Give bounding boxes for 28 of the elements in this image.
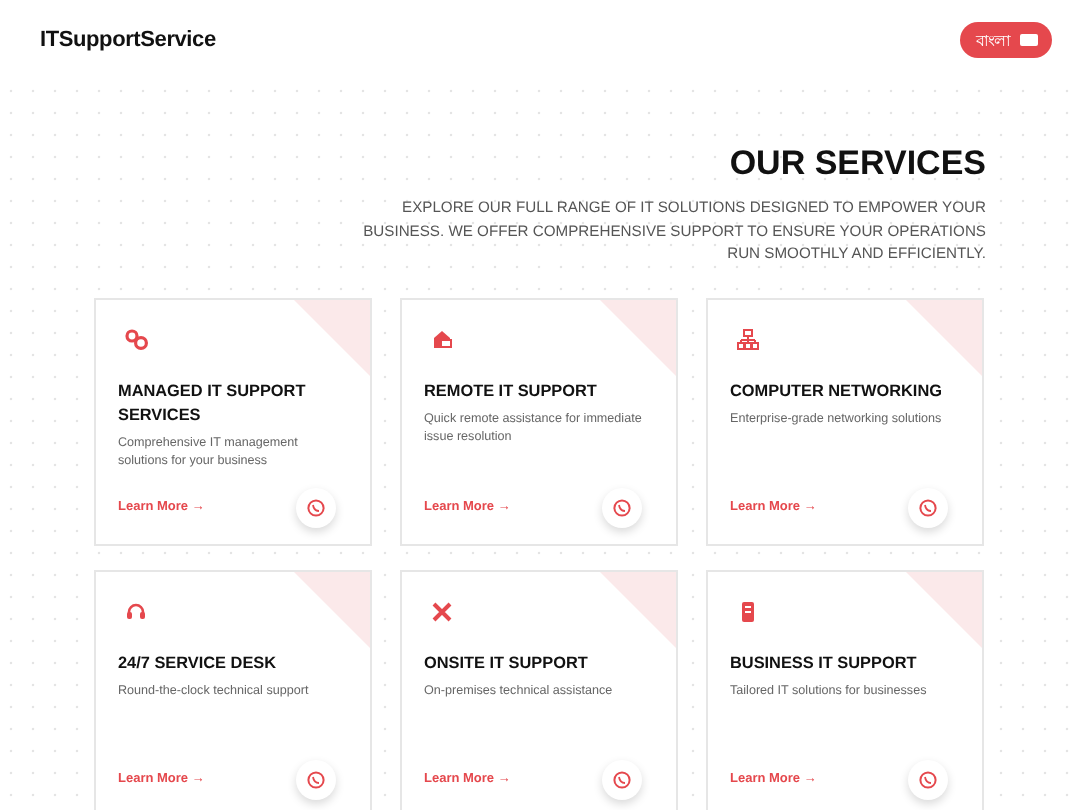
service-title: REMOTE IT SUPPORT [424, 379, 599, 403]
chat-icon [918, 769, 938, 789]
network-icon [736, 327, 760, 351]
headset-icon [124, 599, 148, 623]
corner-decoration [906, 299, 982, 375]
section-title: OUR SERVICES [727, 144, 986, 184]
service-title: COMPUTER NETWORKING [730, 379, 944, 403]
chat-icon [306, 497, 326, 517]
language-button[interactable]: বাংলা [960, 22, 1052, 58]
chat-button[interactable] [908, 759, 948, 799]
chat-button[interactable] [602, 487, 642, 527]
chat-icon [612, 769, 632, 789]
chat-icon [306, 769, 326, 789]
service-title: ONSITE IT SUPPORT [424, 651, 590, 675]
chat-icon [918, 497, 938, 517]
service-title: MANAGED IT SUPPORT SERVICES [118, 379, 308, 427]
chat-button[interactable] [908, 487, 948, 527]
site-logo[interactable]: ITSupportService [40, 28, 216, 52]
building-icon [736, 599, 760, 623]
service-title: 24/7 SERVICE DESK [118, 651, 279, 675]
tools-icon [430, 599, 454, 623]
service-title: BUSINESS IT SUPPORT [730, 651, 919, 675]
corner-decoration [906, 571, 982, 647]
chat-button[interactable] [296, 487, 336, 527]
chat-button[interactable] [296, 759, 336, 799]
chat-icon [612, 497, 632, 517]
house-icon [430, 327, 454, 351]
chat-button[interactable] [602, 759, 642, 799]
